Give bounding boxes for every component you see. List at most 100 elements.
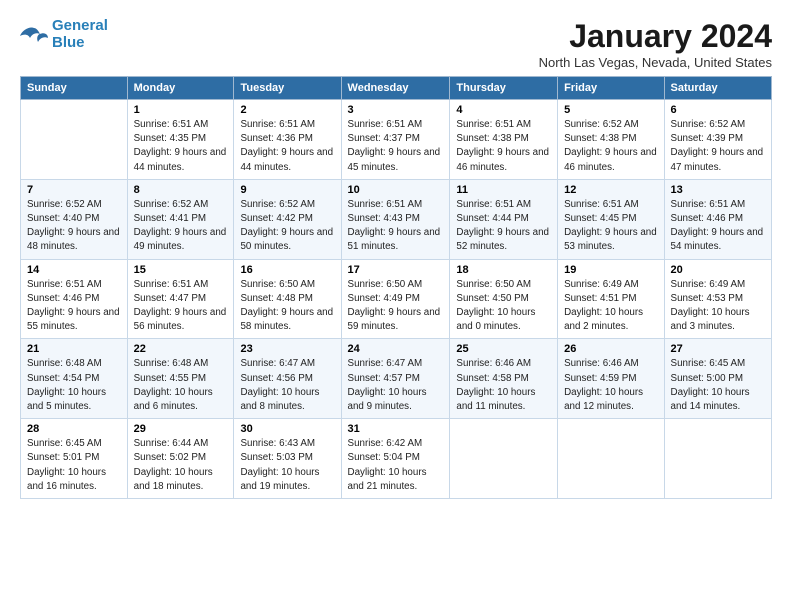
calendar-table: SundayMondayTuesdayWednesdayThursdayFrid… — [20, 76, 772, 499]
calendar-cell: 21 Sunrise: 6:48 AM Sunset: 4:54 PM Dayli… — [21, 339, 128, 419]
calendar-cell: 11Sunrise: 6:51 AM Sunset: 4:44 PM Dayli… — [450, 179, 558, 259]
calendar-cell: 8 Sunrise: 6:52 AM Sunset: 4:41 PM Daylig… — [127, 179, 234, 259]
weekday-header-wednesday: Wednesday — [341, 77, 450, 100]
day-number: 28 — [27, 423, 121, 435]
calendar-row-1: 7 Sunrise: 6:52 AM Sunset: 4:40 PM Daylig… — [21, 179, 772, 259]
day-number: 26 — [564, 343, 657, 355]
title-block: January 2024 North Las Vegas, Nevada, Un… — [539, 18, 772, 70]
calendar-cell — [558, 419, 664, 499]
day-detail: Sunrise: 6:52 AM Sunset: 4:39 PM Dayligh… — [671, 118, 765, 175]
day-detail: Sunrise: 6:47 AM Sunset: 4:56 PM Dayligh… — [240, 357, 334, 414]
calendar-cell: 6 Sunrise: 6:52 AM Sunset: 4:39 PM Daylig… — [664, 100, 771, 180]
day-detail: Sunrise: 6:51 AM Sunset: 4:45 PM Dayligh… — [564, 198, 657, 255]
day-number: 20 — [671, 264, 765, 276]
logo: General Blue — [20, 18, 108, 51]
calendar-cell — [21, 100, 128, 180]
logo-text: General Blue — [52, 18, 108, 51]
day-detail: Sunrise: 6:44 AM Sunset: 5:02 PM Dayligh… — [134, 437, 228, 494]
calendar-cell: 24Sunrise: 6:47 AM Sunset: 4:57 PM Dayli… — [341, 339, 450, 419]
day-detail: Sunrise: 6:51 AM Sunset: 4:36 PM Dayligh… — [240, 118, 334, 175]
day-detail: Sunrise: 6:51 AM Sunset: 4:37 PM Dayligh… — [348, 118, 444, 175]
day-number: 8 — [134, 184, 228, 196]
day-detail: Sunrise: 6:43 AM Sunset: 5:03 PM Dayligh… — [240, 437, 334, 494]
calendar-cell — [450, 419, 558, 499]
weekday-header-friday: Friday — [558, 77, 664, 100]
day-number: 4 — [456, 104, 551, 116]
day-number: 1 — [134, 104, 228, 116]
day-detail: Sunrise: 6:51 AM Sunset: 4:43 PM Dayligh… — [348, 198, 444, 255]
day-number: 12 — [564, 184, 657, 196]
weekday-header-monday: Monday — [127, 77, 234, 100]
day-number: 7 — [27, 184, 121, 196]
calendar-cell: 28Sunrise: 6:45 AM Sunset: 5:01 PM Dayli… — [21, 419, 128, 499]
calendar-cell: 22 Sunrise: 6:48 AM Sunset: 4:55 PM Dayli… — [127, 339, 234, 419]
calendar-cell: 9 Sunrise: 6:52 AM Sunset: 4:42 PM Daylig… — [234, 179, 341, 259]
day-number: 10 — [348, 184, 444, 196]
calendar-title: January 2024 — [539, 18, 772, 55]
calendar-cell: 30 Sunrise: 6:43 AM Sunset: 5:03 PM Dayli… — [234, 419, 341, 499]
calendar-cell: 31 Sunrise: 6:42 AM Sunset: 5:04 PM Dayli… — [341, 419, 450, 499]
calendar-cell: 7 Sunrise: 6:52 AM Sunset: 4:40 PM Daylig… — [21, 179, 128, 259]
day-number: 5 — [564, 104, 657, 116]
day-detail: Sunrise: 6:52 AM Sunset: 4:41 PM Dayligh… — [134, 198, 228, 255]
day-detail: Sunrise: 6:51 AM Sunset: 4:46 PM Dayligh… — [671, 198, 765, 255]
weekday-header-sunday: Sunday — [21, 77, 128, 100]
day-number: 22 — [134, 343, 228, 355]
day-detail: Sunrise: 6:50 AM Sunset: 4:49 PM Dayligh… — [348, 278, 444, 335]
day-detail: Sunrise: 6:52 AM Sunset: 4:38 PM Dayligh… — [564, 118, 657, 175]
calendar-cell: 10 Sunrise: 6:51 AM Sunset: 4:43 PM Dayli… — [341, 179, 450, 259]
day-number: 31 — [348, 423, 444, 435]
day-number: 11 — [456, 184, 551, 196]
day-detail: Sunrise: 6:51 AM Sunset: 4:47 PM Dayligh… — [134, 278, 228, 335]
day-detail: Sunrise: 6:48 AM Sunset: 4:54 PM Dayligh… — [27, 357, 121, 414]
calendar-cell: 26 Sunrise: 6:46 AM Sunset: 4:59 PM Dayli… — [558, 339, 664, 419]
day-number: 25 — [456, 343, 551, 355]
calendar-cell: 23 Sunrise: 6:47 AM Sunset: 4:56 PM Dayli… — [234, 339, 341, 419]
day-number: 15 — [134, 264, 228, 276]
day-detail: Sunrise: 6:48 AM Sunset: 4:55 PM Dayligh… — [134, 357, 228, 414]
day-number: 23 — [240, 343, 334, 355]
weekday-header-tuesday: Tuesday — [234, 77, 341, 100]
day-number: 29 — [134, 423, 228, 435]
calendar-cell — [664, 419, 771, 499]
day-number: 13 — [671, 184, 765, 196]
day-number: 2 — [240, 104, 334, 116]
day-detail: Sunrise: 6:50 AM Sunset: 4:50 PM Dayligh… — [456, 278, 551, 335]
day-number: 9 — [240, 184, 334, 196]
calendar-row-3: 21 Sunrise: 6:48 AM Sunset: 4:54 PM Dayli… — [21, 339, 772, 419]
day-number: 6 — [671, 104, 765, 116]
day-detail: Sunrise: 6:49 AM Sunset: 4:51 PM Dayligh… — [564, 278, 657, 335]
day-detail: Sunrise: 6:52 AM Sunset: 4:40 PM Dayligh… — [27, 198, 121, 255]
calendar-cell: 16Sunrise: 6:50 AM Sunset: 4:48 PM Dayli… — [234, 259, 341, 339]
calendar-cell: 5 Sunrise: 6:52 AM Sunset: 4:38 PM Daylig… — [558, 100, 664, 180]
day-detail: Sunrise: 6:51 AM Sunset: 4:38 PM Dayligh… — [456, 118, 551, 175]
calendar-cell: 29 Sunrise: 6:44 AM Sunset: 5:02 PM Dayli… — [127, 419, 234, 499]
day-number: 17 — [348, 264, 444, 276]
calendar-subtitle: North Las Vegas, Nevada, United States — [539, 55, 772, 70]
day-detail: Sunrise: 6:45 AM Sunset: 5:00 PM Dayligh… — [671, 357, 765, 414]
day-detail: Sunrise: 6:47 AM Sunset: 4:57 PM Dayligh… — [348, 357, 444, 414]
day-number: 19 — [564, 264, 657, 276]
day-number: 18 — [456, 264, 551, 276]
day-number: 14 — [27, 264, 121, 276]
day-detail: Sunrise: 6:46 AM Sunset: 4:59 PM Dayligh… — [564, 357, 657, 414]
logo-icon — [20, 24, 48, 46]
calendar-cell: 27Sunrise: 6:45 AM Sunset: 5:00 PM Dayli… — [664, 339, 771, 419]
calendar-cell: 25Sunrise: 6:46 AM Sunset: 4:58 PM Dayli… — [450, 339, 558, 419]
day-detail: Sunrise: 6:51 AM Sunset: 4:35 PM Dayligh… — [134, 118, 228, 175]
logo-line1: General — [52, 17, 108, 34]
calendar-row-2: 14Sunrise: 6:51 AM Sunset: 4:46 PM Dayli… — [21, 259, 772, 339]
day-number: 21 — [27, 343, 121, 355]
day-detail: Sunrise: 6:52 AM Sunset: 4:42 PM Dayligh… — [240, 198, 334, 255]
calendar-cell: 15 Sunrise: 6:51 AM Sunset: 4:47 PM Dayli… — [127, 259, 234, 339]
day-detail: Sunrise: 6:42 AM Sunset: 5:04 PM Dayligh… — [348, 437, 444, 494]
day-number: 16 — [240, 264, 334, 276]
calendar-row-4: 28Sunrise: 6:45 AM Sunset: 5:01 PM Dayli… — [21, 419, 772, 499]
logo-line2: Blue — [52, 34, 85, 51]
calendar-row-0: 1 Sunrise: 6:51 AM Sunset: 4:35 PM Daylig… — [21, 100, 772, 180]
calendar-cell: 20Sunrise: 6:49 AM Sunset: 4:53 PM Dayli… — [664, 259, 771, 339]
calendar-page: General Blue January 2024 North Las Vega… — [0, 0, 792, 612]
day-number: 30 — [240, 423, 334, 435]
header: General Blue January 2024 North Las Vega… — [20, 18, 772, 70]
weekday-header-row: SundayMondayTuesdayWednesdayThursdayFrid… — [21, 77, 772, 100]
